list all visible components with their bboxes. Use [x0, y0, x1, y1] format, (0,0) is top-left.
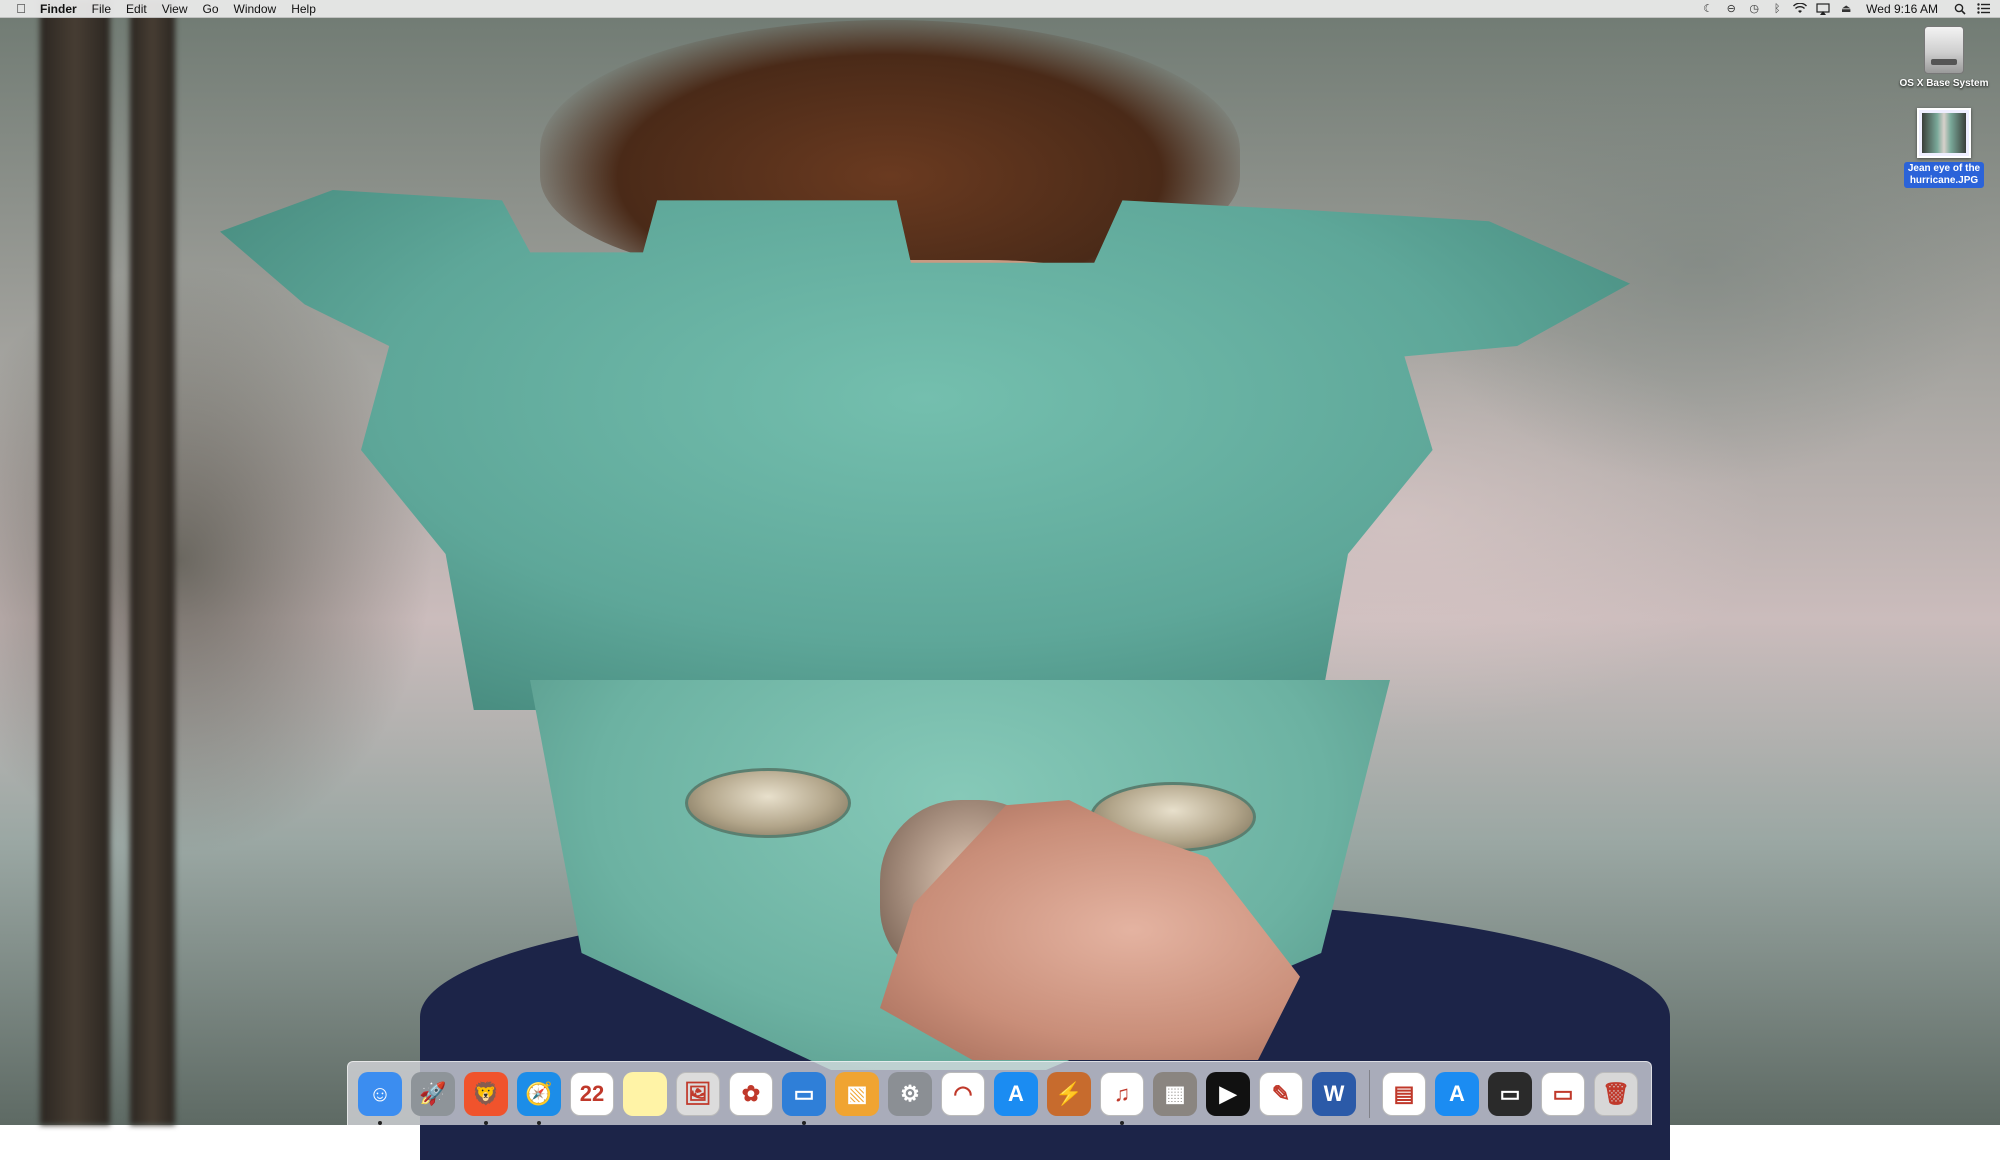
wallpaper-tree — [130, 0, 175, 1125]
time-machine-icon[interactable]: ◷ — [1747, 2, 1761, 15]
photos-icon[interactable]: ✿ — [729, 1071, 773, 1116]
wifi-icon[interactable] — [1793, 2, 1808, 15]
preview-dock-item[interactable]: 🖼 — [674, 1070, 722, 1118]
apple-logo-icon[interactable]:  — [14, 1, 28, 16]
app-store-download-dock-item[interactable]: A — [1433, 1070, 1481, 1118]
photos-dock-item[interactable]: ✿ — [727, 1070, 775, 1118]
menu-edit[interactable]: Edit — [126, 2, 147, 16]
dock-separator — [1369, 1069, 1370, 1118]
desktop-icon-jpg-file[interactable]: Jean eye of the hurricane.JPG — [1894, 108, 1994, 188]
calculator-icon[interactable]: ▦ — [1153, 1071, 1197, 1116]
screenshot-stack-icon[interactable]: ▭ — [1488, 1071, 1532, 1116]
reeder-dock-item[interactable]: ⚡ — [1045, 1070, 1093, 1118]
desktop-wallpaper — [0, 0, 2000, 1160]
wifi-diagnostics-dock-item[interactable]: ◠ — [939, 1070, 987, 1118]
image-viewer-dock-item[interactable]: ▧ — [833, 1070, 881, 1118]
window-stack-icon[interactable]: ▭ — [1541, 1071, 1585, 1116]
notes-icon[interactable] — [623, 1071, 667, 1116]
calendar-dock-item[interactable]: 22 — [568, 1070, 616, 1118]
bluetooth-icon[interactable]: ᛒ — [1770, 2, 1784, 15]
eject-icon[interactable]: ⏏ — [1839, 2, 1853, 15]
running-indicator — [484, 1120, 488, 1125]
moon-icon[interactable]: ☾ — [1701, 2, 1715, 15]
brave-dock-item[interactable]: 🦁 — [462, 1070, 510, 1125]
running-indicator — [802, 1120, 806, 1125]
calculator-dock-item[interactable]: ▦ — [1151, 1070, 1199, 1118]
itunes-dock-item[interactable]: ♫ — [1098, 1070, 1146, 1125]
reeder-icon[interactable]: ⚡ — [1047, 1071, 1091, 1116]
app-store-dock-item[interactable]: A — [992, 1070, 1040, 1118]
launchpad-dock-item[interactable]: 🚀 — [409, 1070, 457, 1118]
menu-file[interactable]: File — [92, 2, 111, 16]
desktop-icon-os-x-base-system[interactable]: OS X Base System — [1894, 26, 1994, 90]
itunes-icon[interactable]: ♫ — [1100, 1071, 1144, 1116]
safari-icon[interactable]: 🧭 — [517, 1071, 561, 1116]
menu-bar:  Finder File Edit View Go Window Help ☾… — [0, 0, 2000, 18]
word-dock-item[interactable]: W — [1310, 1070, 1358, 1118]
display-dock-item[interactable]: ▭ — [780, 1070, 828, 1125]
notes-dock-item[interactable] — [621, 1070, 669, 1118]
calendar-icon[interactable]: 22 — [570, 1071, 614, 1116]
hard-drive-icon[interactable] — [1924, 26, 1964, 74]
infuse-dock-item[interactable]: ▶ — [1204, 1070, 1252, 1118]
notification-center-icon[interactable] — [1976, 2, 1990, 15]
running-indicator — [537, 1120, 541, 1125]
image-viewer-icon[interactable]: ▧ — [835, 1071, 879, 1116]
dock: ☺ 🚀 🦁 🧭 22 🖼 ✿ ▭ ▧ ⚙ ◠ A ⚡ ♫ ▦ ▶ ✎ W ▤ A ▭ ▭ 🗑 — [347, 1061, 1652, 1125]
wallpaper-tree — [40, 0, 110, 1125]
launchpad-icon[interactable]: 🚀 — [411, 1071, 455, 1116]
wallpaper-mask-crown — [220, 190, 1630, 710]
spotlight-search-icon[interactable] — [1953, 2, 1967, 15]
finder-dock-item[interactable]: ☺ — [356, 1070, 404, 1125]
app-store-icon[interactable]: A — [994, 1071, 1038, 1116]
brave-icon[interactable]: 🦁 — [464, 1071, 508, 1116]
window-stack-dock-item[interactable]: ▭ — [1539, 1070, 1587, 1118]
system-preferences-dock-item[interactable]: ⚙ — [886, 1070, 934, 1118]
do-not-disturb-icon[interactable]: ⊖ — [1724, 2, 1738, 15]
menu-view[interactable]: View — [162, 2, 188, 16]
wifi-diagnostics-icon[interactable]: ◠ — [941, 1071, 985, 1116]
word-icon[interactable]: W — [1312, 1071, 1356, 1116]
documents-stack-dock-item[interactable]: ▤ — [1380, 1070, 1428, 1118]
app-store-download-icon[interactable]: A — [1435, 1071, 1479, 1116]
menu-help[interactable]: Help — [291, 2, 316, 16]
textedit-dock-item[interactable]: ✎ — [1257, 1070, 1305, 1118]
trash-dock-item[interactable]: 🗑 — [1592, 1070, 1640, 1118]
textedit-icon[interactable]: ✎ — [1259, 1071, 1303, 1116]
desktop-icon-label: Jean eye of the hurricane.JPG — [1904, 162, 1984, 188]
infuse-icon[interactable]: ▶ — [1206, 1071, 1250, 1116]
trash-icon[interactable]: 🗑 — [1594, 1071, 1638, 1116]
finder-icon[interactable]: ☺ — [358, 1071, 402, 1116]
menu-window[interactable]: Window — [234, 2, 277, 16]
documents-stack-icon[interactable]: ▤ — [1382, 1071, 1426, 1116]
airplay-icon[interactable] — [1816, 2, 1830, 15]
preview-icon[interactable]: 🖼 — [676, 1071, 720, 1116]
system-preferences-icon[interactable]: ⚙ — [888, 1071, 932, 1116]
jpg-file-icon[interactable] — [1917, 108, 1971, 158]
display-icon[interactable]: ▭ — [782, 1071, 826, 1116]
wallpaper-mask-eye — [685, 768, 851, 838]
running-indicator — [1120, 1120, 1124, 1125]
desktop-icon-label: OS X Base System — [1899, 78, 1989, 89]
running-indicator — [378, 1120, 382, 1125]
menu-app-name[interactable]: Finder — [40, 2, 77, 16]
screenshot-stack-dock-item[interactable]: ▭ — [1486, 1070, 1534, 1118]
safari-dock-item[interactable]: 🧭 — [515, 1070, 563, 1125]
menu-go[interactable]: Go — [203, 2, 219, 16]
menu-bar-clock[interactable]: Wed 9:16 AM — [1866, 2, 1938, 16]
